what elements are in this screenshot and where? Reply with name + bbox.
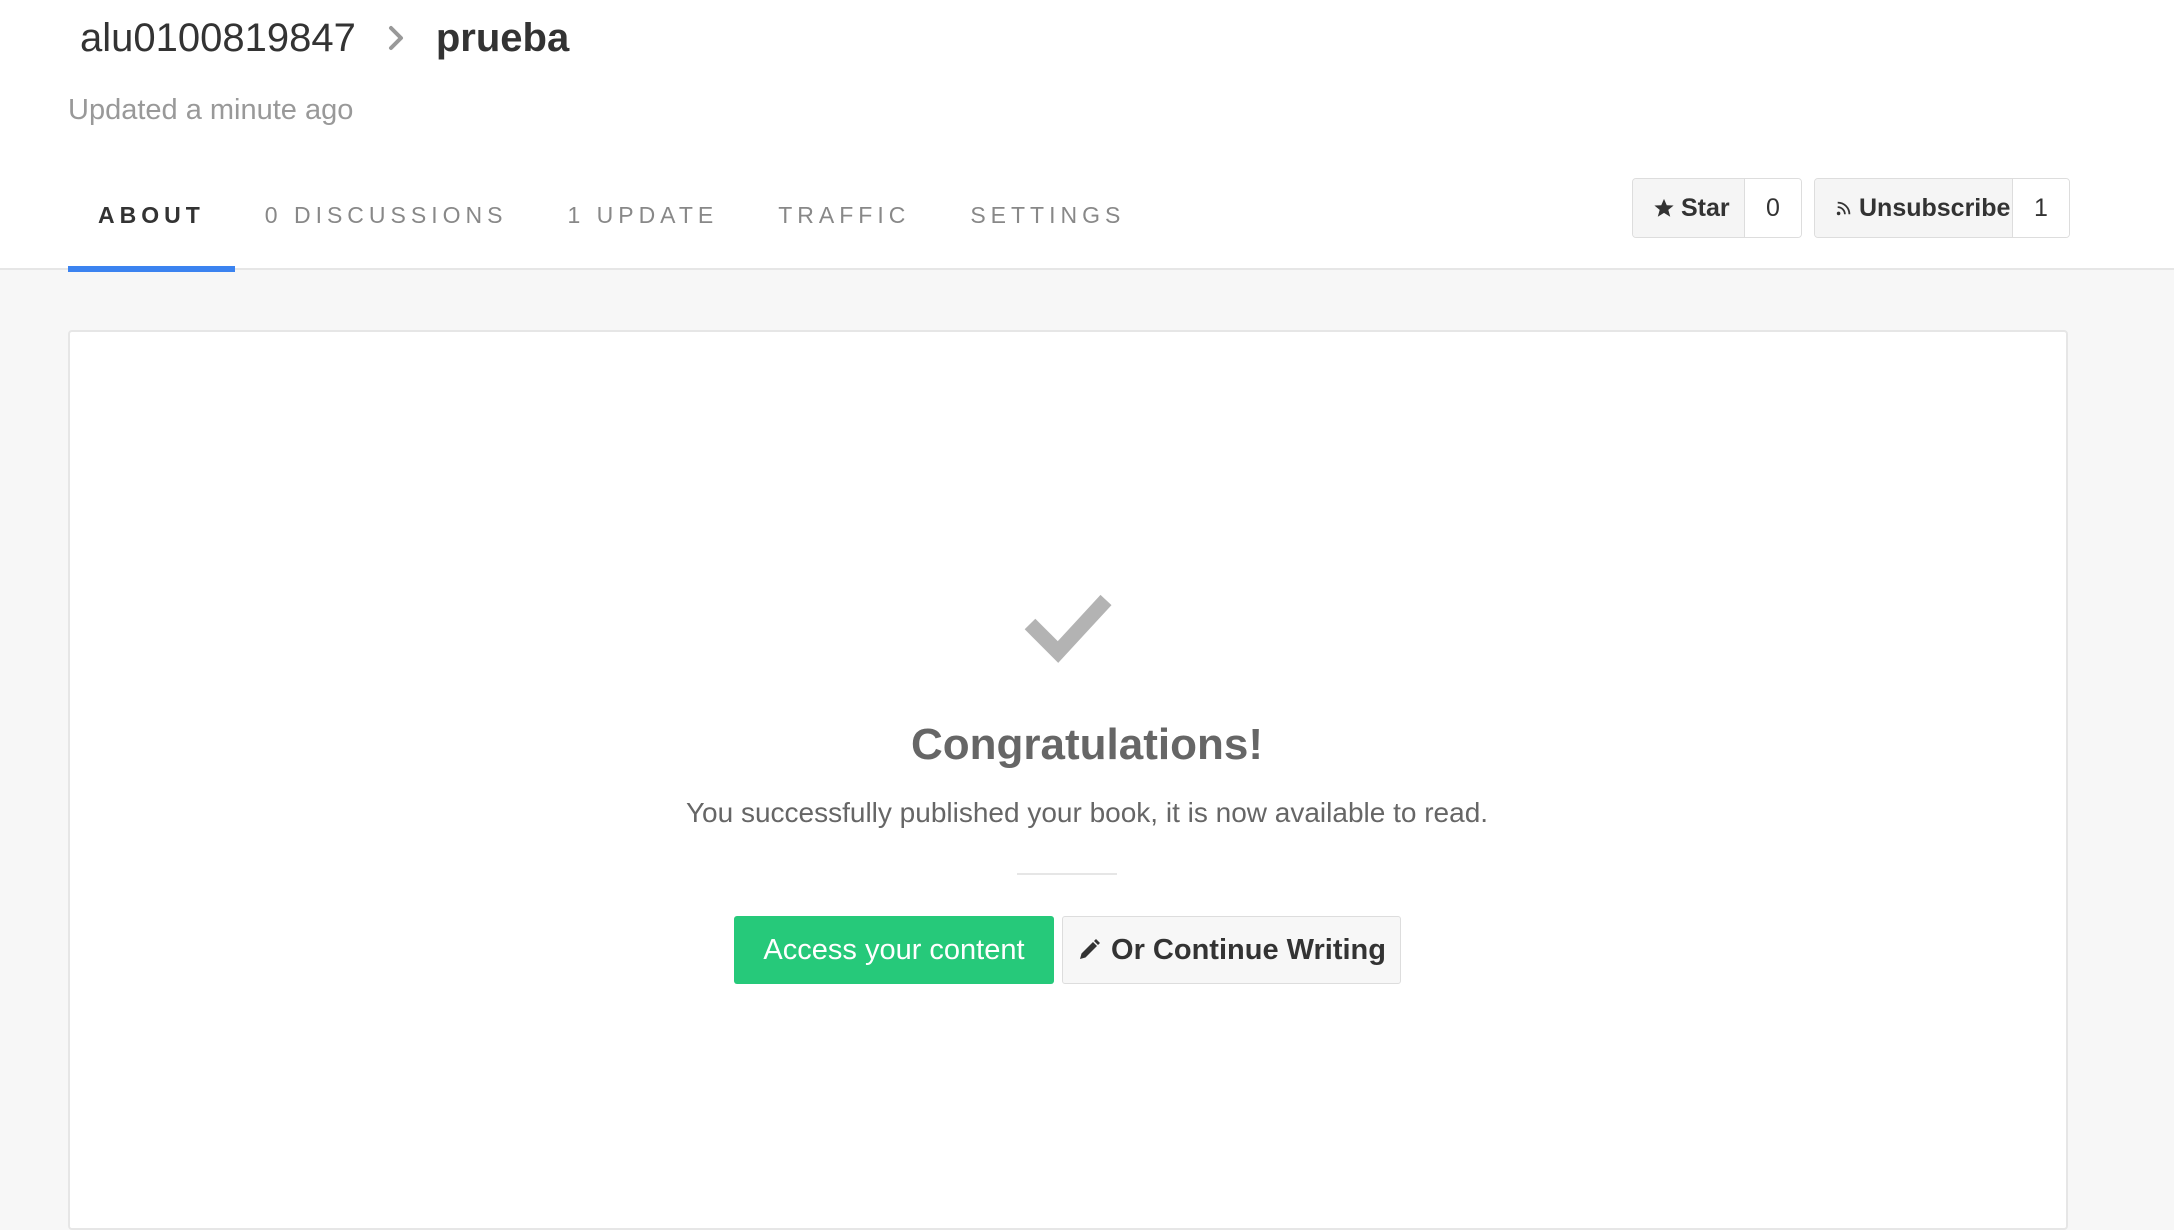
star-icon	[1653, 197, 1675, 219]
unsubscribe-button[interactable]: Unsubscribe	[1815, 179, 2013, 237]
pencil-icon	[1077, 938, 1101, 962]
rss-icon	[1835, 199, 1853, 217]
continue-writing-button[interactable]: Or Continue Writing	[1062, 916, 1401, 984]
tab-traffic[interactable]: TRAFFIC	[748, 184, 940, 270]
star-button-group: Star 0	[1632, 178, 1802, 238]
tab-about[interactable]: ABOUT	[68, 184, 235, 272]
continue-writing-label: Or Continue Writing	[1111, 933, 1386, 966]
tab-bar: ABOUT 0 DISCUSSIONS 1 UPDATE TRAFFIC SET…	[68, 184, 1155, 272]
checkmark-icon	[1022, 590, 1112, 664]
success-title: Congratulations!	[911, 720, 1263, 769]
breadcrumb-book-title[interactable]: prueba	[436, 16, 569, 61]
divider	[1017, 873, 1117, 875]
unsubscribe-button-group: Unsubscribe 1	[1814, 178, 2070, 238]
breadcrumb: alu0100819847 prueba	[80, 12, 569, 64]
header-actions: Star 0 Unsubscribe 1	[1632, 178, 2070, 238]
star-label: Star	[1681, 193, 1730, 222]
tab-discussions[interactable]: 0 DISCUSSIONS	[235, 184, 538, 270]
tab-updates[interactable]: 1 UPDATE	[537, 184, 748, 270]
star-button[interactable]: Star	[1633, 179, 1745, 237]
success-message: You successfully published your book, it…	[685, 797, 1489, 828]
tab-settings[interactable]: SETTINGS	[940, 184, 1155, 270]
access-content-button[interactable]: Access your content	[734, 916, 1054, 984]
updated-timestamp: Updated a minute ago	[68, 94, 354, 126]
cta-row: Access your content Or Continue Writing	[734, 916, 1401, 984]
star-count: 0	[1745, 179, 1801, 237]
subscriber-count: 1	[2013, 179, 2069, 237]
breadcrumb-user-link[interactable]: alu0100819847	[80, 16, 356, 61]
unsubscribe-label: Unsubscribe	[1859, 193, 2011, 222]
success-card	[68, 330, 2068, 1230]
chevron-right-icon	[370, 24, 422, 52]
page-header: alu0100819847 prueba Updated a minute ag…	[0, 0, 2174, 272]
